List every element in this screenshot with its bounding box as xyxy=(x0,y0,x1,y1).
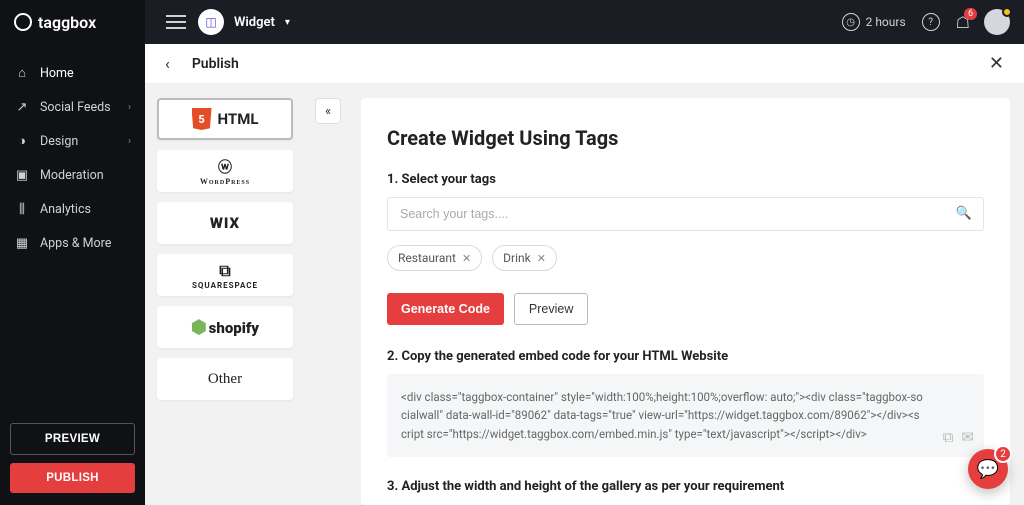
trial-time[interactable]: ◷ 2 hours xyxy=(842,13,906,31)
sidebar-item-label: Home xyxy=(40,66,74,81)
feeds-icon: ↗ xyxy=(14,99,30,115)
remove-tag-icon[interactable]: ✕ xyxy=(537,252,546,265)
platform-html[interactable]: 5HTML xyxy=(157,98,293,140)
platform-wix[interactable]: WIX xyxy=(157,202,293,244)
sidebar-item-design[interactable]: ◑ Design › xyxy=(0,124,145,158)
avatar-alert-dot xyxy=(1002,7,1012,17)
chat-badge: 2 xyxy=(994,445,1012,463)
moderation-icon: ▣ xyxy=(14,167,30,183)
platform-wordpress[interactable]: ⓦ WordPress xyxy=(157,150,293,192)
main-heading: Create Widget Using Tags xyxy=(387,126,984,150)
platform-shopify[interactable]: ⬢shopify xyxy=(157,306,293,348)
sidebar-item-label: Design xyxy=(40,134,78,149)
chevron-down-icon: ▾ xyxy=(285,17,290,28)
platform-squarespace[interactable]: ⧉ SQUARESPACE xyxy=(157,254,293,296)
main-panel: Create Widget Using Tags 1. Select your … xyxy=(361,98,1010,505)
logo[interactable]: taggbox xyxy=(0,0,145,44)
clock-icon: ◷ xyxy=(842,13,860,31)
sidebar-buttons: PREVIEW PUBLISH xyxy=(0,415,145,505)
publish-button[interactable]: PUBLISH xyxy=(10,463,135,493)
collapse-platforms-button[interactable]: « xyxy=(315,98,341,124)
analytics-icon: ⫼ xyxy=(14,201,30,217)
page-header: ‹ Publish ✕ xyxy=(145,44,1024,84)
embed-code-box: <div class="taggbox-container" style="wi… xyxy=(387,374,984,457)
step-3-label: 3. Adjust the width and height of the ga… xyxy=(387,479,984,494)
widget-selector[interactable]: ◫ Widget ▾ xyxy=(198,9,290,35)
trial-label: 2 hours xyxy=(866,15,906,29)
content: 5HTML ⓦ WordPress WIX ⧉ SQUARESPACE ⬢sho… xyxy=(145,84,1024,505)
copy-code-icon[interactable]: ⧉ xyxy=(943,425,954,449)
help-icon: ? xyxy=(922,13,940,31)
chat-launcher[interactable]: 💬 2 xyxy=(968,449,1008,489)
chat-icon: 💬 xyxy=(977,459,999,480)
platform-label: WIX xyxy=(210,214,240,232)
step-2-label: 2. Copy the generated embed code for you… xyxy=(387,349,984,364)
sidebar-item-label: Social Feeds xyxy=(40,100,111,115)
generate-code-button[interactable]: Generate Code xyxy=(387,293,504,325)
logo-icon xyxy=(14,13,32,31)
back-button[interactable]: ‹ xyxy=(165,54,170,73)
remove-tag-icon[interactable]: ✕ xyxy=(462,252,471,265)
sidebar: taggbox ⌂ Home ↗ Social Feeds › ◑ Design… xyxy=(0,0,145,505)
widget-label: Widget xyxy=(234,15,275,30)
search-icon: 🔍 xyxy=(956,206,972,221)
selected-tags: Restaurant ✕ Drink ✕ xyxy=(387,245,984,271)
close-button[interactable]: ✕ xyxy=(989,53,1004,74)
platform-label: HTML xyxy=(218,110,259,128)
preview-button[interactable]: PREVIEW xyxy=(10,423,135,455)
platform-label: Other xyxy=(208,371,242,388)
sidebar-item-label: Apps & More xyxy=(40,236,111,251)
platform-label: shopify xyxy=(209,319,259,337)
topbar: ◫ Widget ▾ ◷ 2 hours ? ☖ 6 xyxy=(0,0,1024,44)
sidebar-item-analytics[interactable]: ⫼ Analytics xyxy=(0,192,145,226)
design-icon: ◑ xyxy=(14,133,30,149)
sidebar-item-home[interactable]: ⌂ Home xyxy=(0,56,145,90)
page-title: Publish xyxy=(192,56,239,72)
tag-chip-drink: Drink ✕ xyxy=(492,245,557,271)
platform-other[interactable]: Other xyxy=(157,358,293,400)
sidebar-item-apps[interactable]: ▦ Apps & More xyxy=(0,226,145,260)
sidebar-item-label: Moderation xyxy=(40,168,104,183)
embed-code-text[interactable]: <div class="taggbox-container" style="wi… xyxy=(401,390,923,441)
platform-label: SQUARESPACE xyxy=(192,281,258,290)
tag-label: Drink xyxy=(503,251,531,265)
platform-list: 5HTML ⓦ WordPress WIX ⧉ SQUARESPACE ⬢sho… xyxy=(145,84,305,505)
chevron-right-icon: › xyxy=(128,136,131,147)
platform-label: WordPress xyxy=(200,177,250,186)
nav: ⌂ Home ↗ Social Feeds › ◑ Design › ▣ Mod… xyxy=(0,44,145,415)
widget-icon: ◫ xyxy=(198,9,224,35)
preview-widget-button[interactable]: Preview xyxy=(514,293,588,325)
email-code-icon[interactable]: ✉ xyxy=(961,425,974,449)
home-icon: ⌂ xyxy=(14,65,30,81)
notification-count: 6 xyxy=(964,8,977,20)
sidebar-item-moderation[interactable]: ▣ Moderation xyxy=(0,158,145,192)
logo-text: taggbox xyxy=(38,13,96,32)
menu-icon[interactable] xyxy=(166,15,186,29)
chevron-right-icon: › xyxy=(128,102,131,113)
sidebar-item-label: Analytics xyxy=(40,202,91,217)
step-1-label: 1. Select your tags xyxy=(387,172,984,187)
tag-search-input[interactable] xyxy=(387,197,984,231)
notifications-button[interactable]: ☖ 6 xyxy=(956,13,970,32)
tag-chip-restaurant: Restaurant ✕ xyxy=(387,245,482,271)
sidebar-item-social-feeds[interactable]: ↗ Social Feeds › xyxy=(0,90,145,124)
help-button[interactable]: ? xyxy=(922,13,940,31)
tag-label: Restaurant xyxy=(398,251,456,265)
avatar[interactable] xyxy=(984,9,1010,35)
apps-icon: ▦ xyxy=(14,235,30,251)
